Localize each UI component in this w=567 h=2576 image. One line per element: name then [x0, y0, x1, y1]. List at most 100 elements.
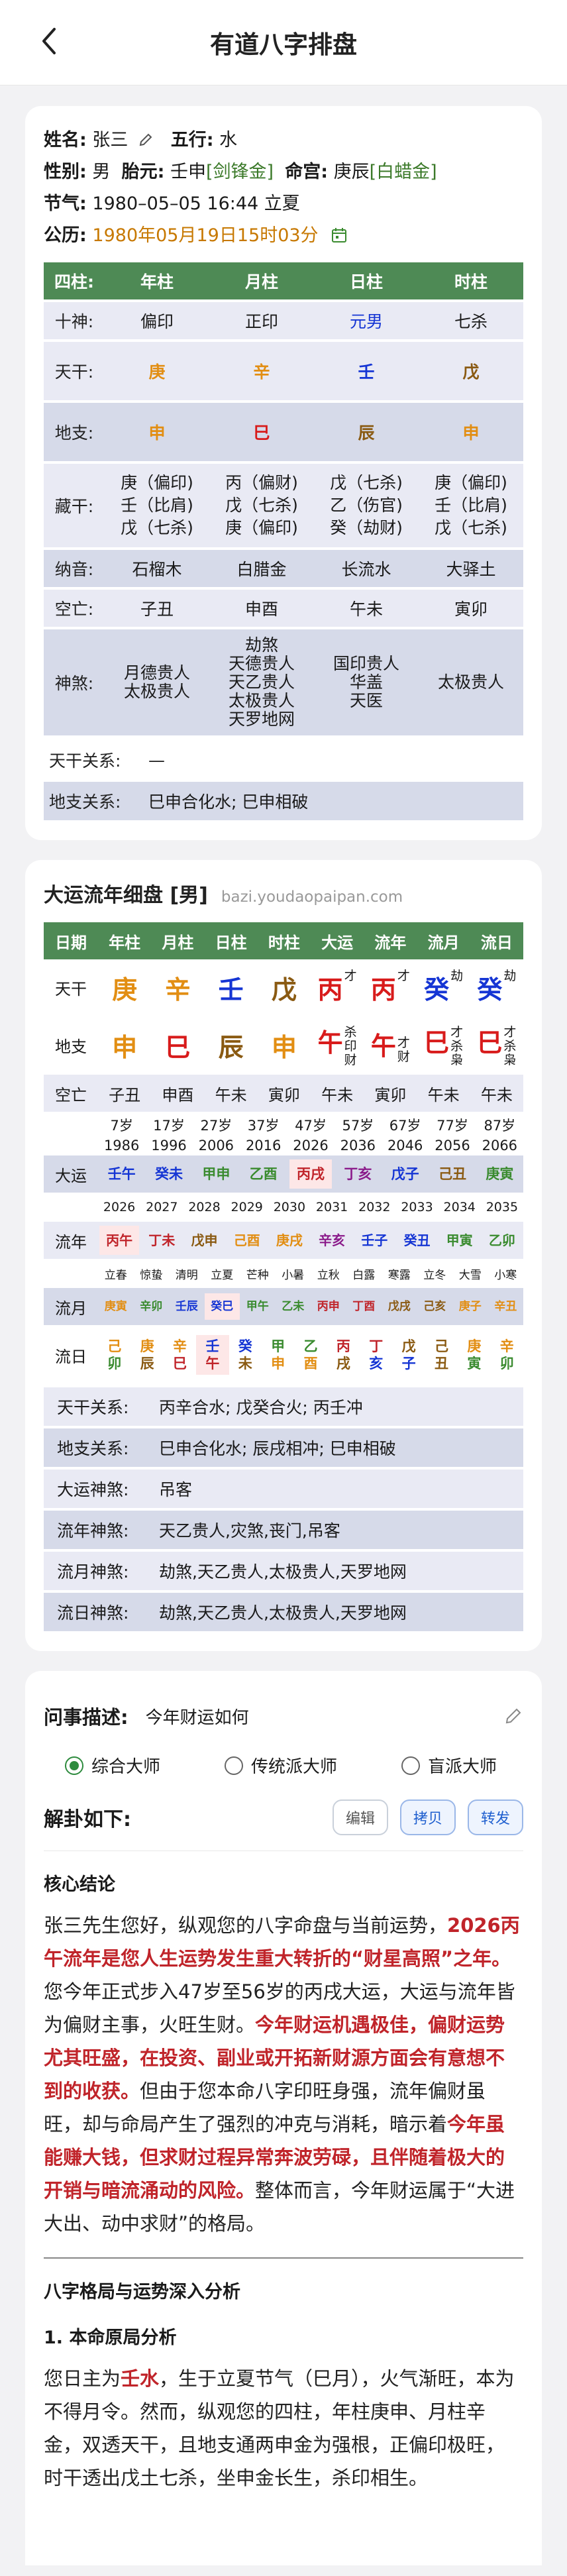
liuyue-cell[interactable]: 壬辰: [169, 1298, 205, 1315]
age-cell: 37岁: [247, 1118, 280, 1134]
row-label: 大运神煞:: [57, 1480, 129, 1499]
dayun-cell-selected[interactable]: 丙戌: [289, 1159, 332, 1189]
option-mangpai[interactable]: 盲派大师: [401, 1753, 497, 1778]
liunian-cell[interactable]: 戊申: [183, 1232, 225, 1249]
text-span: 您日主为: [44, 2367, 121, 2390]
liuyue-cell[interactable]: 庚寅: [98, 1298, 134, 1315]
pillar-header: 月柱: [209, 262, 314, 299]
liunian-year: 2034: [443, 1200, 476, 1214]
gz-cell: 壬: [204, 959, 258, 1015]
liunian-cell[interactable]: 丁未: [140, 1232, 183, 1249]
liuri-cell[interactable]: 己卯: [98, 1338, 130, 1372]
tiangan-cell: 庚: [105, 342, 209, 400]
liuyue-cell[interactable]: 辛丑: [488, 1298, 524, 1315]
gz-cell: 癸劫: [470, 959, 523, 1015]
nayin-cell: 大驿土: [419, 550, 523, 587]
radio-checked-icon: [65, 1756, 83, 1775]
row-label: 流月神煞:: [57, 1562, 129, 1582]
gz-char: 辰: [218, 1032, 244, 1062]
age-cell: 77岁: [437, 1118, 468, 1134]
gz-cell: 申: [98, 1015, 152, 1075]
gz-sup: 才: [450, 1025, 464, 1040]
liuri-cell[interactable]: 戊子: [392, 1338, 425, 1372]
liuyue-cell[interactable]: 丙申: [311, 1298, 346, 1315]
jieqi-label: 节气:: [44, 193, 87, 214]
gz-char: 辛: [165, 975, 191, 1004]
liunian-cell-selected[interactable]: 丙午: [99, 1226, 140, 1255]
gz-sup: 财: [397, 1049, 410, 1064]
share-button[interactable]: 转发: [467, 1799, 523, 1835]
nayin-cell: 长流水: [314, 550, 419, 587]
jieqi-cell: 立秋: [317, 1268, 340, 1282]
dayun-cell[interactable]: 乙酉: [240, 1165, 287, 1183]
dayun-header: 时柱: [257, 922, 311, 959]
pencil-icon[interactable]: [138, 132, 154, 148]
dayun-cell[interactable]: 壬午: [98, 1165, 145, 1183]
liuri-zhi: 辰: [140, 1356, 154, 1371]
jieqi-row: 立春 惊蛰 清明 立夏 芒种 小暑 立秋 白露 寒露 立冬 大雪 小寒: [44, 1259, 523, 1288]
gz-sup: 杀: [344, 1025, 357, 1040]
dayun-cell[interactable]: 己丑: [429, 1165, 476, 1183]
dayun-cell[interactable]: 丁亥: [335, 1165, 382, 1183]
liuri-cell[interactable]: 丁亥: [360, 1338, 392, 1372]
liuri-cell[interactable]: 癸未: [229, 1338, 262, 1372]
liuri-gan: 丙: [336, 1338, 350, 1354]
pillar-header: 年柱: [105, 262, 209, 299]
option-chuantong[interactable]: 传统派大师: [224, 1753, 337, 1778]
liuyue-cell[interactable]: 辛卯: [134, 1298, 170, 1315]
jieqi-cell: 清明: [175, 1268, 198, 1282]
liuri-cell-selected[interactable]: 壬午: [196, 1335, 229, 1375]
liunian-cell[interactable]: 甲寅: [438, 1232, 481, 1249]
dayun-relation-row: 流月神煞: 劫煞,天乙贵人,太极贵人,天罗地网: [44, 1552, 523, 1590]
row-label: 天干:: [44, 342, 105, 400]
tiangan-cell: 壬: [314, 342, 419, 400]
shensha-item: 天德贵人: [228, 654, 295, 673]
page-title: 有道八字排盘: [210, 30, 357, 59]
liuyue-cell[interactable]: 戊戌: [382, 1298, 417, 1315]
liuyue-cell[interactable]: 己亥: [417, 1298, 453, 1315]
dayun-cell[interactable]: 甲申: [193, 1165, 240, 1183]
liuri-cell[interactable]: 辛巳: [164, 1338, 196, 1372]
calendar-icon[interactable]: [331, 227, 348, 244]
taiyuan-value: 壬申: [170, 162, 206, 182]
liuyue-cell[interactable]: 庚子: [452, 1298, 488, 1315]
dayun-cell[interactable]: 戊子: [382, 1165, 429, 1183]
liuri-cell[interactable]: 庚寅: [458, 1338, 490, 1372]
row-label: 神煞:: [44, 629, 105, 735]
pillar-header-row: 四柱: 年柱 月柱 日柱 时柱: [44, 262, 523, 299]
liunian-cell[interactable]: 壬子: [353, 1232, 395, 1249]
gz-cell: 丙才: [364, 959, 417, 1015]
liuyue-cell[interactable]: 乙未: [276, 1298, 311, 1315]
liuri-zhi: 午: [205, 1356, 220, 1371]
liunian-cell[interactable]: 癸丑: [395, 1232, 438, 1249]
dayun-kongwang-row: 空亡 子丑 申酉 午未 寅卯 午未 寅卯 午未 午未: [44, 1075, 523, 1112]
liunian-cell[interactable]: 己酉: [226, 1232, 268, 1249]
shishen-row: 十神: 偏印 正印 元男 七杀: [44, 302, 523, 339]
liuri-cell[interactable]: 乙酉: [294, 1338, 327, 1372]
top-bar: 有道八字排盘: [0, 0, 567, 85]
option-zonghe[interactable]: 综合大师: [65, 1753, 160, 1778]
liuri-gan: 甲: [271, 1338, 285, 1354]
dayun-cell[interactable]: 庚寅: [476, 1165, 523, 1183]
liuri-cell[interactable]: 己丑: [425, 1338, 458, 1372]
liuri-cell[interactable]: 庚辰: [130, 1338, 163, 1372]
liuyue-cell-selected[interactable]: 癸巳: [204, 1293, 240, 1320]
gz-cell: 戊: [257, 959, 311, 1015]
edit-icon[interactable]: [503, 1706, 523, 1726]
liuri-gan: 辛: [499, 1338, 514, 1354]
edit-button[interactable]: 编辑: [332, 1799, 388, 1835]
copy-button[interactable]: 拷贝: [399, 1799, 456, 1835]
liunian-cell[interactable]: 乙卯: [481, 1232, 523, 1249]
liunian-cell[interactable]: 庚戌: [268, 1232, 311, 1249]
back-button[interactable]: [36, 23, 62, 60]
liuyue-cell[interactable]: 甲午: [240, 1298, 276, 1315]
dayun-header-row: 日期 年柱 月柱 日柱 时柱 大运 流年 流月 流日: [44, 922, 523, 959]
liuri-cell[interactable]: 甲申: [262, 1338, 294, 1372]
liuri-zhi: 戌: [336, 1356, 350, 1371]
liuri-cell[interactable]: 辛卯: [491, 1338, 523, 1372]
dayun-cell[interactable]: 癸未: [145, 1165, 192, 1183]
liunian-cell[interactable]: 辛亥: [311, 1232, 353, 1249]
liuyue-cell[interactable]: 丁酉: [346, 1298, 382, 1315]
liuri-gan: 壬: [205, 1338, 220, 1354]
liuri-cell[interactable]: 丙戌: [327, 1338, 360, 1372]
